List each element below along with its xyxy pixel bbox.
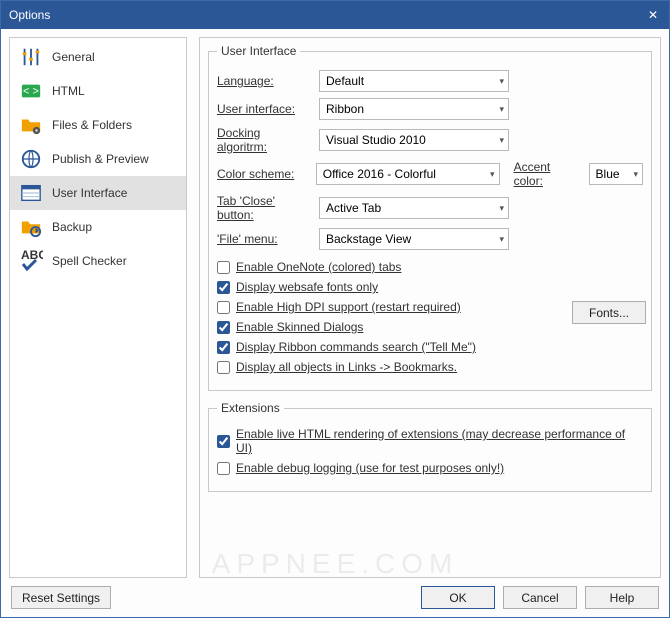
label-docking: Docking algoritrm: — [217, 126, 311, 154]
chevron-down-icon: ▾ — [490, 169, 495, 180]
help-button[interactable]: Help — [585, 586, 659, 609]
checkbox-input[interactable] — [217, 462, 230, 475]
ok-button[interactable]: OK — [421, 586, 495, 609]
checkbox-input[interactable] — [217, 261, 230, 274]
group-legend: Extensions — [217, 401, 284, 415]
globe-icon — [18, 146, 44, 172]
window-title: Options — [9, 8, 50, 22]
checkbox-input[interactable] — [217, 435, 230, 448]
label-color-scheme: Color scheme: — [217, 167, 308, 181]
options-dialog: Options ✕ General < > HTML — [0, 0, 670, 618]
checkbox-input[interactable] — [217, 321, 230, 334]
sidebar-item-label: Publish & Preview — [52, 152, 149, 166]
window-icon — [18, 180, 44, 206]
chevron-down-icon: ▾ — [499, 76, 504, 87]
svg-text:< >: < > — [23, 86, 39, 98]
close-icon[interactable]: ✕ — [645, 8, 661, 22]
titlebar: Options ✕ — [1, 1, 669, 29]
sidebar-item-label: User Interface — [52, 186, 127, 200]
button-label: Cancel — [521, 591, 558, 605]
sidebar-item-spell-checker[interactable]: ABC Spell Checker — [10, 244, 186, 278]
sidebar-item-label: Backup — [52, 220, 92, 234]
combo-value: Backstage View — [326, 232, 411, 246]
main-area: General < > HTML Files & Folders — [9, 37, 661, 578]
button-label: Reset Settings — [22, 591, 100, 605]
dialog-body: General < > HTML Files & Folders — [1, 29, 669, 617]
label-tab-close: Tab 'Close' button: — [217, 194, 311, 222]
check-label: Display all objects in Links -> Bookmark… — [236, 360, 457, 374]
sidebar-item-label: General — [52, 50, 95, 64]
chevron-down-icon: ▾ — [499, 135, 504, 146]
check-websafe-fonts[interactable]: Display websafe fonts only — [217, 280, 643, 294]
check-label: Display Ribbon commands search ("Tell Me… — [236, 340, 476, 354]
check-debug-logging[interactable]: Enable debug logging (use for test purpo… — [217, 461, 643, 475]
sidebar-item-general[interactable]: General — [10, 40, 186, 74]
content-panel: User Interface Language: Default ▾ User … — [199, 37, 661, 578]
dialog-footer: Reset Settings OK Cancel Help — [9, 578, 661, 611]
spellcheck-icon: ABC — [18, 248, 44, 274]
combo-value: Blue — [596, 167, 620, 181]
check-label: Enable live HTML rendering of extensions… — [236, 427, 643, 455]
check-links-bookmarks[interactable]: Display all objects in Links -> Bookmark… — [217, 360, 643, 374]
reset-settings-button[interactable]: Reset Settings — [11, 586, 111, 609]
check-label: Enable debug logging (use for test purpo… — [236, 461, 504, 475]
code-icon: < > — [18, 78, 44, 104]
group-extensions: Extensions Enable live HTML rendering of… — [208, 401, 652, 492]
check-label: Display websafe fonts only — [236, 280, 378, 294]
combo-tab-close[interactable]: Active Tab ▾ — [319, 197, 509, 219]
checkbox-input[interactable] — [217, 281, 230, 294]
button-label: Help — [610, 591, 635, 605]
combo-value: Ribbon — [326, 102, 364, 116]
backup-icon — [18, 214, 44, 240]
combo-color-scheme[interactable]: Office 2016 - Colorful ▾ — [316, 163, 500, 185]
checkbox-input[interactable] — [217, 341, 230, 354]
combo-value: Active Tab — [326, 201, 381, 215]
sidebar-item-publish-preview[interactable]: Publish & Preview — [10, 142, 186, 176]
sidebar-item-backup[interactable]: Backup — [10, 210, 186, 244]
sidebar-item-user-interface[interactable]: User Interface — [10, 176, 186, 210]
label-file-menu: 'File' menu: — [217, 232, 311, 246]
check-label: Enable High DPI support (restart require… — [236, 300, 461, 314]
chevron-down-icon: ▾ — [499, 203, 504, 214]
group-legend: User Interface — [217, 44, 300, 58]
sidebar-item-label: Spell Checker — [52, 254, 127, 268]
label-user-interface: User interface: — [217, 102, 311, 116]
label-accent-color: Accent color: — [514, 160, 581, 188]
checkbox-input[interactable] — [217, 361, 230, 374]
chevron-down-icon: ▾ — [499, 104, 504, 115]
chevron-down-icon: ▾ — [499, 234, 504, 245]
chevron-down-icon: ▾ — [633, 169, 638, 180]
check-onenote-tabs[interactable]: Enable OneNote (colored) tabs — [217, 260, 643, 274]
combo-accent-color[interactable]: Blue ▾ — [589, 163, 643, 185]
combo-value: Visual Studio 2010 — [326, 133, 426, 147]
button-label: Fonts... — [589, 306, 629, 320]
fonts-button[interactable]: Fonts... — [572, 301, 646, 324]
combo-value: Default — [326, 74, 364, 88]
check-live-html[interactable]: Enable live HTML rendering of extensions… — [217, 427, 643, 455]
button-label: OK — [449, 591, 466, 605]
sidebar-item-label: Files & Folders — [52, 118, 132, 132]
cancel-button[interactable]: Cancel — [503, 586, 577, 609]
svg-text:ABC: ABC — [21, 249, 43, 262]
combo-value: Office 2016 - Colorful — [323, 167, 436, 181]
sidebar-item-label: HTML — [52, 84, 85, 98]
sliders-icon — [18, 44, 44, 70]
label-language: Language: — [217, 74, 311, 88]
check-label: Enable Skinned Dialogs — [236, 320, 363, 334]
combo-file-menu[interactable]: Backstage View ▾ — [319, 228, 509, 250]
check-tell-me[interactable]: Display Ribbon commands search ("Tell Me… — [217, 340, 643, 354]
sidebar-item-html[interactable]: < > HTML — [10, 74, 186, 108]
check-label: Enable OneNote (colored) tabs — [236, 260, 401, 274]
group-user-interface: User Interface Language: Default ▾ User … — [208, 44, 652, 391]
folder-gear-icon — [18, 112, 44, 138]
combo-docking[interactable]: Visual Studio 2010 ▾ — [319, 129, 509, 151]
combo-user-interface[interactable]: Ribbon ▾ — [319, 98, 509, 120]
combo-language[interactable]: Default ▾ — [319, 70, 509, 92]
sidebar-item-files-folders[interactable]: Files & Folders — [10, 108, 186, 142]
checkbox-input[interactable] — [217, 301, 230, 314]
category-sidebar: General < > HTML Files & Folders — [9, 37, 187, 578]
